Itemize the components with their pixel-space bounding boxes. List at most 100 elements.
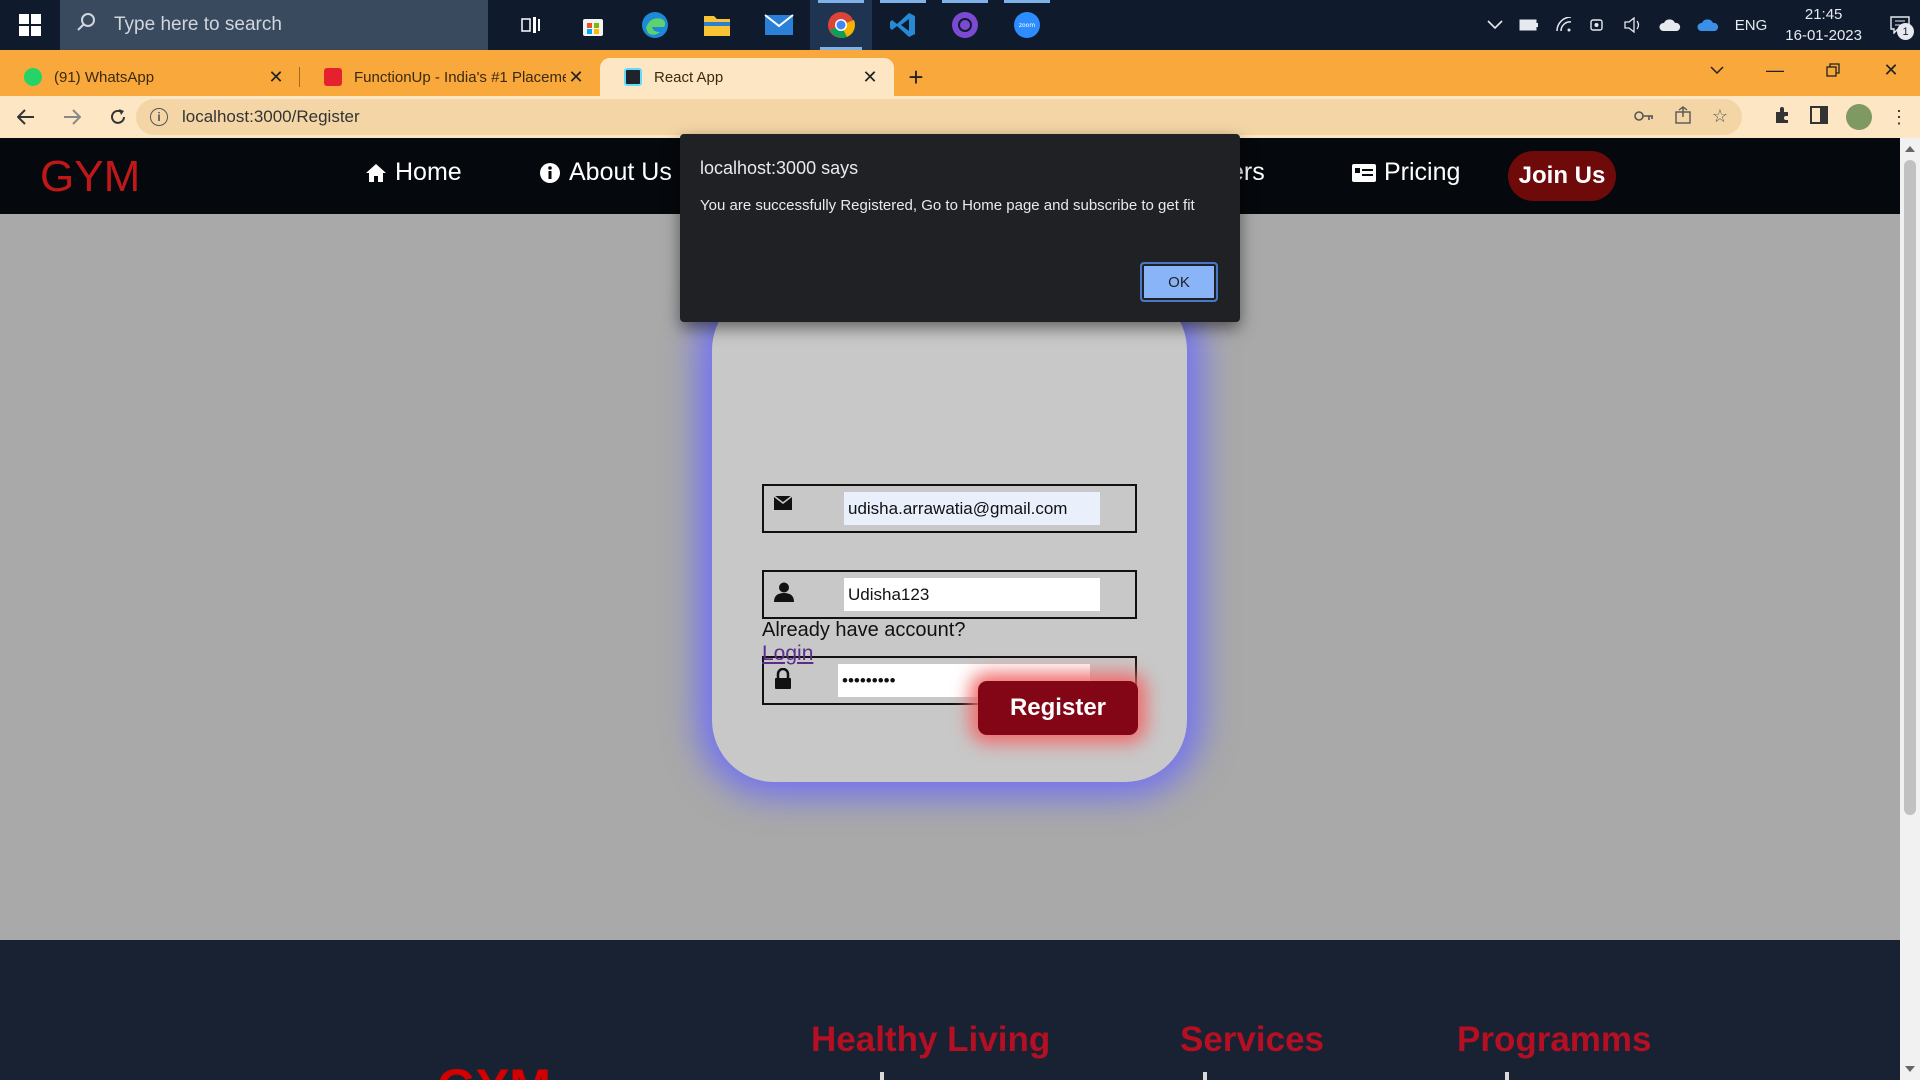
arrow-left-icon [17, 109, 34, 125]
search-placeholder: Type here to search [114, 14, 282, 35]
camera-icon[interactable] [1589, 17, 1607, 33]
login-link[interactable]: Login [762, 642, 813, 666]
footer-heading-services: Services [1180, 1020, 1325, 1059]
already-have-account-text: Already have account? [762, 619, 966, 641]
page-scrollbar[interactable] [1900, 138, 1920, 1080]
arrow-right-icon [64, 109, 81, 125]
task-view-icon[interactable] [500, 0, 562, 50]
close-icon[interactable]: ✕ [266, 67, 286, 88]
envelope-icon [773, 495, 793, 515]
menu-kebab-icon[interactable]: ⋮ [1890, 107, 1908, 128]
start-button[interactable] [0, 0, 60, 50]
user-icon [774, 582, 794, 607]
footer-heading-programms: Programms [1457, 1020, 1652, 1059]
site-logo[interactable]: GYM [40, 152, 140, 202]
email-field[interactable]: udisha.arrawatia@gmail.com [762, 484, 1137, 533]
url-text: localhost:3000/Register [182, 107, 360, 126]
star-icon[interactable]: ☆ [1712, 106, 1728, 129]
chrome-icon[interactable] [810, 0, 872, 50]
github-desktop-icon[interactable] [934, 0, 996, 50]
house-icon [365, 162, 387, 184]
clock[interactable]: 21:45 16-01-2023 [1785, 4, 1862, 46]
scroll-up-arrow-icon[interactable] [1905, 146, 1915, 152]
scrollbar-thumb[interactable] [1904, 160, 1916, 815]
forward-button[interactable] [52, 97, 92, 137]
nav-about-label: About Us [569, 158, 672, 186]
reload-button[interactable] [98, 97, 138, 137]
tab-search-chevron-icon[interactable] [1688, 50, 1746, 90]
footer-logo: GYM [437, 1058, 551, 1080]
notification-button[interactable]: 1 [1880, 0, 1920, 50]
browser-toolbar: i localhost:3000/Register ☆ ⋮ [0, 96, 1920, 138]
info-circle-icon [539, 162, 561, 184]
profile-avatar[interactable] [1846, 104, 1872, 130]
whatsapp-icon [24, 68, 42, 86]
tab-title: React App [654, 68, 724, 86]
footer-list-marker [880, 1072, 884, 1080]
windows-taskbar: Type here to search zoom ENG 21:45 16-01… [0, 0, 1920, 50]
window-controls: — ✕ [1688, 50, 1920, 96]
language-indicator[interactable]: ENG [1735, 17, 1768, 34]
tab-functionup[interactable]: FunctionUp - India's #1 Placemen ✕ [300, 58, 600, 96]
lock-icon [774, 667, 792, 695]
ok-button[interactable]: OK [1140, 262, 1218, 302]
onedrive-icon[interactable] [1659, 18, 1681, 32]
system-tray: ENG 21:45 16-01-2023 1 [1479, 0, 1920, 50]
minimize-button[interactable]: — [1746, 50, 1804, 90]
microsoft-store-icon[interactable] [562, 0, 624, 50]
side-panel-icon[interactable] [1810, 105, 1828, 129]
vs-code-icon[interactable] [872, 0, 934, 50]
footer-list-marker [1505, 1072, 1509, 1080]
email-value[interactable]: udisha.arrawatia@gmail.com [844, 492, 1100, 525]
tab-title: (91) WhatsApp [54, 68, 155, 86]
close-window-button[interactable]: ✕ [1862, 50, 1920, 90]
onedrive-business-icon[interactable] [1697, 18, 1719, 32]
battery-icon[interactable] [1519, 19, 1539, 31]
register-button[interactable]: Register [978, 681, 1138, 735]
back-button[interactable] [6, 97, 46, 137]
react-icon [624, 68, 642, 86]
svg-text:zoom: zoom [1019, 22, 1035, 29]
nav-pricing[interactable]: Pricing [1352, 158, 1460, 187]
register-card: udisha.arrawatia@gmail.com Udisha123 •••… [712, 288, 1187, 782]
close-icon[interactable]: ✕ [566, 67, 586, 88]
username-value[interactable]: Udisha123 [844, 578, 1100, 611]
close-icon[interactable]: ✕ [860, 67, 880, 88]
nav-about[interactable]: About Us [539, 158, 672, 187]
tab-react-app[interactable]: React App ✕ [600, 58, 894, 96]
dialog-title: localhost:3000 says [700, 158, 859, 178]
site-footer: GYM Healthy Living Services Programms [0, 940, 1900, 1080]
site-info-icon[interactable]: i [150, 108, 168, 126]
edge-icon[interactable] [624, 0, 686, 50]
join-us-button[interactable]: Join Us [1508, 151, 1616, 201]
zoom-icon[interactable]: zoom [996, 0, 1058, 50]
search-icon [76, 12, 100, 38]
taskbar-search[interactable]: Type here to search [60, 0, 488, 50]
reload-icon [111, 109, 125, 124]
browser-tab-strip: (91) WhatsApp ✕ FunctionUp - India's #1 … [0, 50, 1920, 96]
address-bar[interactable]: i localhost:3000/Register ☆ [136, 99, 1742, 135]
nav-home-label: Home [395, 158, 462, 186]
footer-list-marker [1203, 1072, 1207, 1080]
new-tab-button[interactable]: + [894, 58, 938, 96]
dialog-message: You are successfully Registered, Go to H… [700, 197, 1195, 214]
share-icon[interactable] [1674, 105, 1692, 129]
mail-icon[interactable] [748, 0, 810, 50]
speaker-icon[interactable] [1623, 17, 1643, 33]
file-explorer-icon[interactable] [686, 0, 748, 50]
functionup-icon [324, 68, 342, 86]
restore-button[interactable] [1804, 50, 1862, 90]
nav-home[interactable]: Home [365, 158, 462, 187]
extensions-icon[interactable] [1774, 106, 1792, 129]
price-tag-card-icon [1352, 163, 1376, 182]
scroll-down-arrow-icon[interactable] [1905, 1066, 1915, 1072]
clock-date: 16-01-2023 [1785, 27, 1862, 44]
username-field[interactable]: Udisha123 [762, 570, 1137, 619]
nav-pricing-label: Pricing [1384, 158, 1461, 186]
key-icon[interactable] [1634, 106, 1654, 129]
footer-heading-healthy-living: Healthy Living [811, 1020, 1051, 1059]
tab-whatsapp[interactable]: (91) WhatsApp ✕ [0, 58, 300, 96]
chevron-up-icon[interactable] [1487, 20, 1503, 30]
wifi-icon[interactable] [1555, 17, 1573, 33]
alert-dialog: localhost:3000 says You are successfully… [680, 134, 1240, 322]
